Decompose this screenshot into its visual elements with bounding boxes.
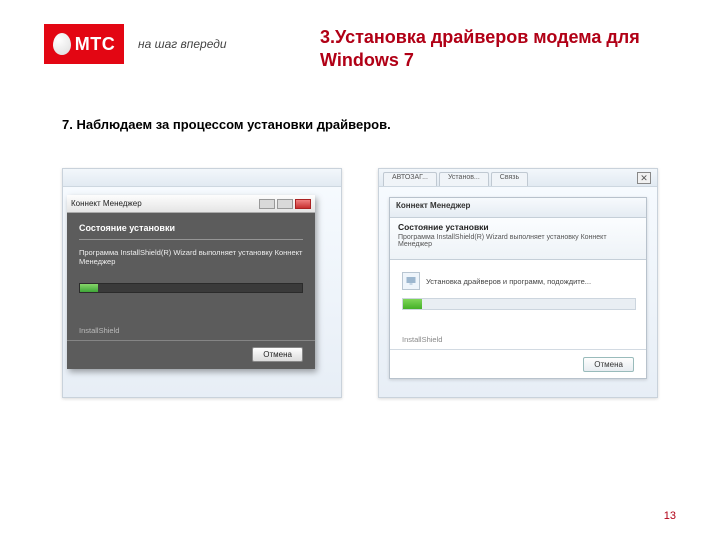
mts-logo-text: МТС [75,34,116,55]
minimize-button[interactable] [259,199,275,209]
tab-connection[interactable]: Связь [491,172,528,186]
tab-install[interactable]: Установ... [439,172,489,186]
dialog-titlebar: Коннект Менеджер [390,198,646,218]
page-title: 3.Установка драйверов модема для Windows… [320,26,660,71]
installer-brand: InstallShield [79,326,119,335]
dialog-body-text: Программа InstallShield(R) Wizard выполн… [79,248,303,266]
screenshot-2: АВТОЗАГ... Установ... Связь ✕ Коннект Ме… [378,168,658,398]
tab-autorun[interactable]: АВТОЗАГ... [383,172,437,186]
screenshot-row: Коннект Менеджер Состояние установки Про… [62,168,658,398]
dialog-title: Коннект Менеджер [71,199,142,208]
tagline: на шаг впереди [138,37,227,51]
screenshot-1: Коннект Менеджер Состояние установки Про… [62,168,342,398]
maximize-button[interactable] [277,199,293,209]
dialog-header: Состояние установки Программа InstallShi… [390,218,646,260]
status-text: Установка драйверов и программ, подождит… [426,277,591,286]
progress-bar [79,283,303,293]
dialog-heading: Состояние установки [79,223,303,233]
close-icon[interactable]: ✕ [637,172,651,184]
installer-icon [402,272,420,290]
page-number: 13 [664,510,676,522]
installer-dialog-light: Коннект Менеджер Состояние установки Про… [389,197,647,379]
dialog-subtext: Программа InstallShield(R) Wizard выполн… [398,234,638,248]
mts-logo: МТС [44,24,124,64]
step-subtitle: 7. Наблюдаем за процессом установки драй… [62,117,391,132]
cancel-button[interactable]: Отмена [252,347,303,362]
installer-brand: InstallShield [402,335,442,344]
mts-egg-icon [53,33,71,55]
window-controls [259,199,311,209]
browser-tabstrip: АВТОЗАГ... Установ... Связь [379,169,657,187]
dialog-titlebar: Коннект Менеджер [67,195,315,213]
cancel-button[interactable]: Отмена [583,357,634,372]
status-row: Установка драйверов и программ, подождит… [402,272,634,290]
browser-tabstrip [63,169,341,187]
installer-dialog-dark: Коннект Менеджер Состояние установки Про… [67,195,315,369]
close-button[interactable] [295,199,311,209]
dialog-heading: Состояние установки [398,222,638,232]
dialog-title: Коннект Менеджер [396,201,470,210]
progress-bar [402,298,636,310]
